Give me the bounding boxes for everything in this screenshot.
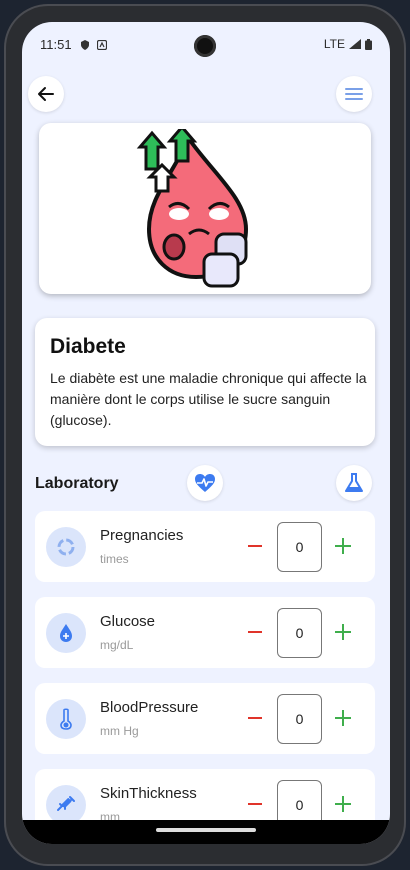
increment-button[interactable]: [335, 624, 351, 640]
drop-icon: [46, 613, 86, 653]
network-label: LTE: [323, 37, 345, 51]
arrow-left-icon: [38, 87, 54, 101]
lab-item-unit: mm Hg: [100, 724, 139, 738]
syringe-icon: [46, 785, 86, 825]
signal-icon: [349, 39, 361, 49]
loading-circle-icon: [46, 527, 86, 567]
battery-icon: [365, 38, 372, 50]
decrement-button[interactable]: [248, 803, 262, 805]
status-time: 11:51: [40, 37, 72, 52]
flask-icon: [345, 473, 363, 492]
shield-icon: [81, 40, 89, 50]
increment-button[interactable]: [335, 796, 351, 812]
disease-description: Le diabète est une maladie chronique qui…: [50, 370, 367, 428]
front-camera: [194, 35, 216, 57]
lab-item-name: Glucose: [100, 613, 156, 630]
disease-title: Diabete: [50, 335, 126, 358]
status-bar: 11:51 LTE: [22, 22, 390, 68]
gesture-nav-bar: [22, 820, 390, 844]
value-input[interactable]: 0: [277, 522, 322, 572]
decrement-button[interactable]: [248, 631, 262, 633]
thermometer-icon: [46, 699, 86, 739]
heart-monitor-button[interactable]: [187, 465, 223, 501]
lab-flask-button[interactable]: [336, 465, 372, 501]
lab-row-glucose: Glucose mg/dL 0: [35, 597, 375, 668]
menu-button[interactable]: [336, 76, 372, 112]
heart-pulse-icon: [195, 474, 215, 492]
app-screen: 11:51 LTE Diabete Le diabète est une mal…: [22, 22, 390, 844]
lab-item-unit: times: [100, 552, 129, 566]
menu-icon: [345, 88, 363, 100]
decrement-button[interactable]: [248, 717, 262, 719]
disease-illustration-card: [39, 123, 371, 294]
notification-icon: [97, 40, 107, 50]
increment-button[interactable]: [335, 710, 351, 726]
value-input[interactable]: 0: [277, 608, 322, 658]
decrement-button[interactable]: [248, 545, 262, 547]
lab-row-bloodpressure: BloodPressure mm Hg 0: [35, 683, 375, 754]
increment-button[interactable]: [335, 538, 351, 554]
value-input[interactable]: 0: [277, 694, 322, 744]
disease-info-card: Diabete Le diabète est une maladie chron…: [35, 318, 375, 446]
lab-row-pregnancies: Pregnancies times 0: [35, 511, 375, 582]
laboratory-title: Laboratory: [35, 475, 119, 492]
lab-item-name: Pregnancies: [100, 527, 184, 544]
lab-item-unit: mg/dL: [100, 638, 134, 652]
status-right: LTE: [324, 37, 372, 51]
home-gesture-handle[interactable]: [156, 828, 256, 832]
lab-item-name: BloodPressure: [100, 699, 199, 716]
sad-blood-drop-icon: [136, 129, 249, 288]
back-button[interactable]: [28, 76, 64, 112]
lab-item-name: SkinThickness: [100, 785, 197, 802]
